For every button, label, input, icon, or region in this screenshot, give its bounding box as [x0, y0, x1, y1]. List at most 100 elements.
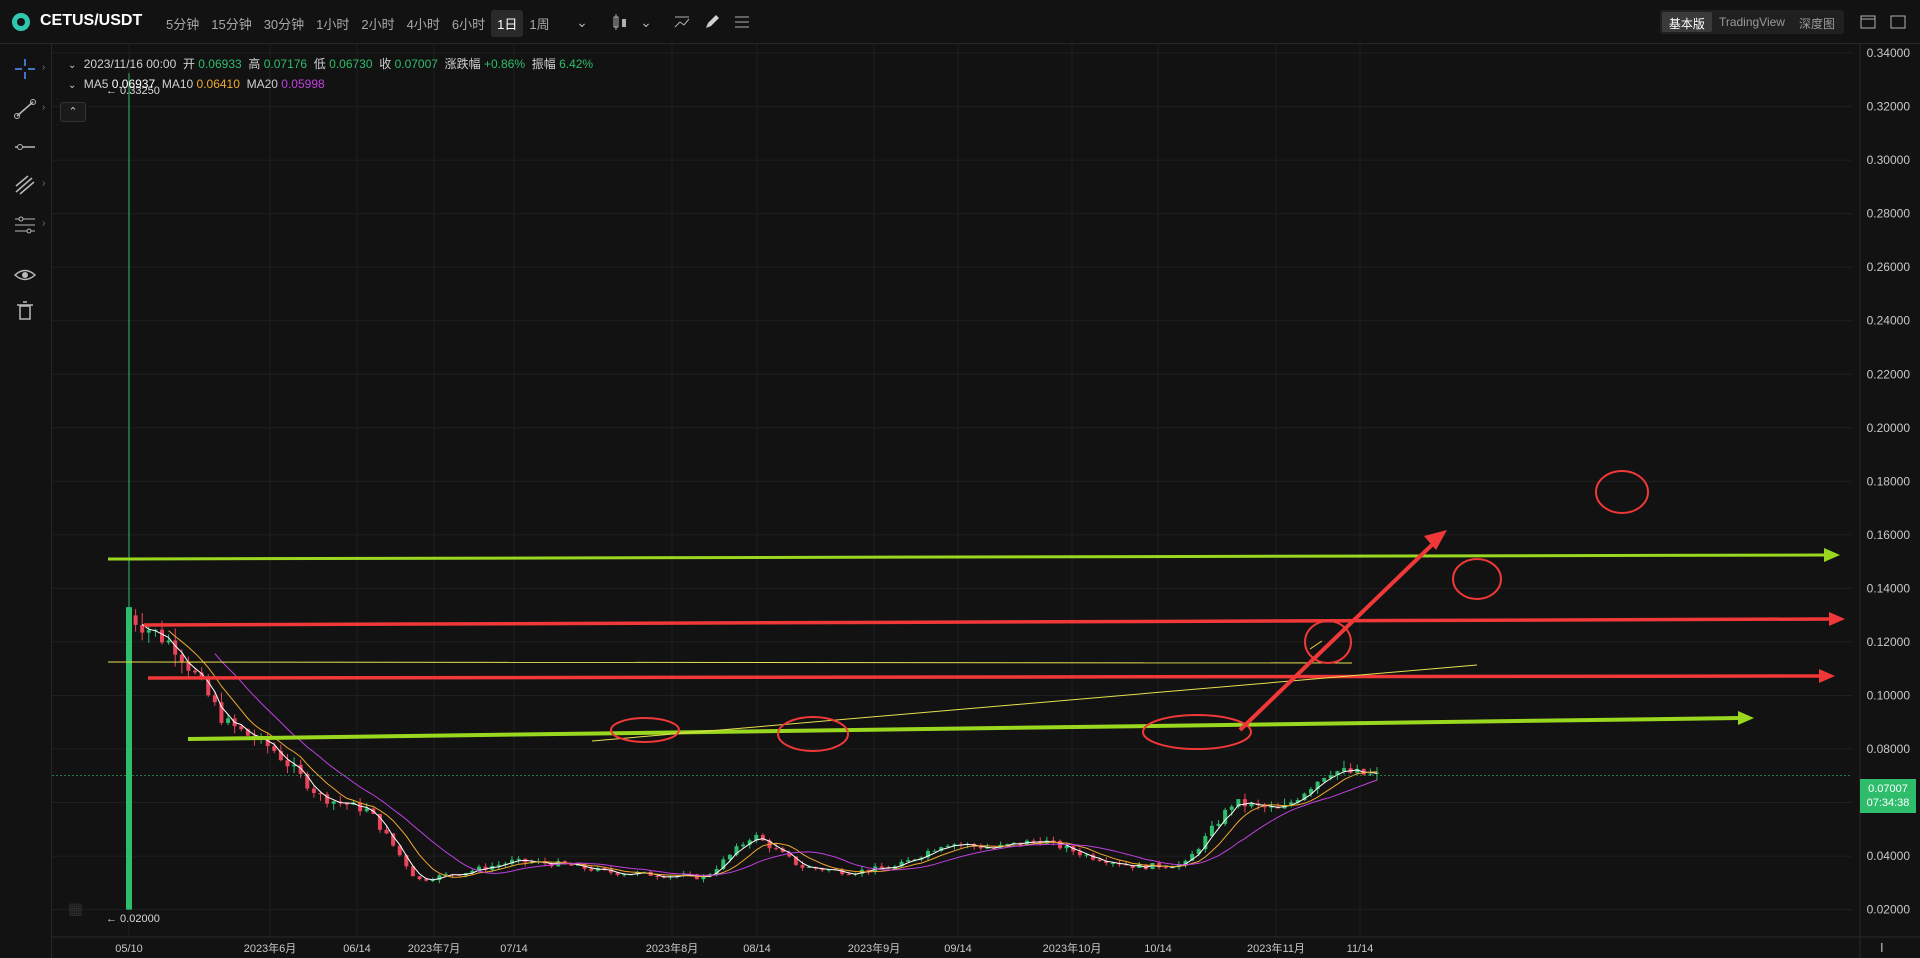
candle-body — [193, 670, 198, 673]
ma20-label: MA20 — [246, 77, 278, 91]
time-tick-label: 07/14 — [500, 943, 528, 955]
candle-body — [179, 654, 184, 662]
green-resistance-arrow-head — [1824, 548, 1840, 562]
interval-15m[interactable]: 15分钟 — [205, 10, 257, 37]
ma10-label: MA10 — [161, 77, 194, 91]
candle-body — [1341, 768, 1346, 772]
price-tick-label: 0.32000 — [1867, 100, 1911, 114]
view-tabs: 基本版 TradingView 深度图 — [1659, 10, 1844, 34]
crosshair-icon[interactable] — [12, 56, 38, 82]
legend-collapse-button[interactable]: ⌃ — [60, 102, 86, 122]
trendline-icon[interactable] — [12, 96, 38, 122]
candle-body — [879, 866, 884, 869]
fib-tool-expand-icon[interactable]: › — [42, 178, 45, 189]
draw-pencil-icon[interactable] — [702, 12, 722, 32]
time-tick-label: 2023年7月 — [408, 941, 461, 955]
settings-list-icon[interactable] — [732, 12, 752, 32]
interval-1h[interactable]: 1小时 — [310, 10, 355, 37]
candle-body — [741, 844, 746, 847]
candle-body — [404, 855, 409, 867]
view-depth-tab[interactable]: 深度图 — [1792, 12, 1842, 32]
candle-body — [331, 801, 336, 804]
ma-collapse-chevron-icon[interactable]: ⌄ — [68, 80, 76, 91]
red-support-arrow-head — [1819, 669, 1835, 683]
interval-more-chevron-icon[interactable]: ⌄ — [572, 12, 592, 32]
interval-5m[interactable]: 5分钟 — [160, 10, 205, 37]
low-label: 低 — [313, 57, 326, 71]
interval-1w[interactable]: 1周 — [523, 10, 555, 37]
candle-body — [932, 850, 937, 852]
exchange-watermark-logo: ▦ — [68, 901, 84, 918]
fullscreen-icon[interactable] — [1888, 12, 1908, 32]
time-tick-label: 10/14 — [1144, 943, 1172, 955]
fib-tool-icon[interactable] — [12, 172, 38, 198]
horizontal-line-icon[interactable] — [12, 134, 38, 160]
ma5-label: MA5 — [83, 77, 109, 91]
close-value: 0.07007 — [394, 57, 438, 71]
price-tick-label: 0.02000 — [1867, 903, 1911, 917]
price-tick-label: 0.08000 — [1867, 742, 1911, 756]
time-tick-label: 2023年10月 — [1043, 941, 1102, 955]
price-tick-label: 0.20000 — [1867, 421, 1911, 435]
red-circle-highlight — [610, 717, 680, 743]
time-tick-label: 2023年6月 — [244, 941, 297, 955]
candle-body — [945, 845, 950, 848]
price-axis: 0.34000 0.32000 0.30000 0.28000 0.26000 0.240… — [1859, 44, 1911, 958]
high-value: 0.07176 — [263, 57, 308, 71]
price-tick-label: 0.22000 — [1867, 367, 1911, 381]
indicator-icon[interactable] — [672, 12, 692, 32]
candle-body — [774, 848, 779, 850]
red-support-arrow — [147, 674, 1822, 680]
view-basic-tab[interactable]: 基本版 — [1661, 12, 1712, 32]
interval-30m[interactable]: 30分钟 — [258, 10, 310, 37]
drawing-toolbar: › › › › — [0, 44, 52, 958]
amplitude-label: 振幅 — [531, 57, 556, 71]
green-support-arrow-head — [1738, 711, 1754, 725]
interval-2h[interactable]: 2小时 — [355, 10, 400, 37]
trendline-expand-icon[interactable]: › — [42, 102, 45, 113]
candle-type-chevron-icon[interactable]: ⌄ — [636, 12, 656, 32]
candle-body — [800, 864, 805, 868]
ma10-value: 0.06410 — [196, 77, 240, 91]
ma20-value: 0.05998 — [281, 77, 325, 91]
text-cursor-icon: I — [1880, 940, 1884, 955]
interval-6h[interactable]: 6小时 — [446, 10, 491, 37]
trash-delete-icon[interactable] — [12, 298, 38, 324]
candle-body — [1097, 859, 1102, 862]
candle-body — [146, 630, 151, 633]
time-tick-label: 08/14 — [743, 943, 771, 955]
interval-1d[interactable]: 1日 — [491, 10, 524, 37]
candle-body — [226, 718, 231, 723]
price-tick-label: 0.16000 — [1867, 528, 1911, 542]
candle-body — [417, 876, 422, 880]
price-tick-label: 0.24000 — [1867, 314, 1911, 328]
low-value: 0.06730 — [329, 57, 373, 71]
green-resistance-arrow — [107, 553, 1827, 561]
candle-body — [1031, 840, 1036, 842]
red-circle-highlight — [1142, 714, 1252, 750]
pattern-tool-icon[interactable] — [12, 212, 38, 238]
drawn-annotations — [107, 470, 1845, 752]
candle-body — [589, 868, 594, 871]
ohlc-collapse-chevron-icon[interactable]: ⌄ — [68, 60, 76, 71]
candle-body — [655, 875, 660, 877]
eye-visibility-icon[interactable] — [12, 262, 38, 288]
crosshair-expand-icon[interactable]: › — [42, 62, 45, 73]
price-chart[interactable]: 0.34000 0.32000 0.30000 0.28000 0.26000 0.240… — [52, 44, 1920, 958]
price-tick-label: 0.28000 — [1867, 207, 1911, 221]
red-resistance-arrow-head — [1829, 612, 1845, 626]
red-resistance-arrow — [143, 617, 1832, 627]
candle-body — [391, 833, 396, 846]
pattern-tool-expand-icon[interactable]: › — [42, 218, 45, 229]
candle-type-icon[interactable] — [610, 12, 630, 32]
candle-body — [846, 874, 851, 876]
candle-body — [1110, 862, 1115, 864]
symbol-title[interactable]: CETUS/USDT — [40, 12, 142, 30]
view-tradingview-tab[interactable]: TradingView — [1712, 12, 1792, 32]
last-price-value: 0.07007 — [1868, 783, 1908, 795]
ohlc-legend: ⌄ 2023/11/16 00:00 开 0.06933 高 0.07176 低… — [68, 55, 593, 72]
layout-window-icon[interactable] — [1858, 12, 1878, 32]
candle-body — [1322, 778, 1327, 782]
interval-4h[interactable]: 4小时 — [401, 10, 446, 37]
candle-body — [364, 808, 369, 812]
